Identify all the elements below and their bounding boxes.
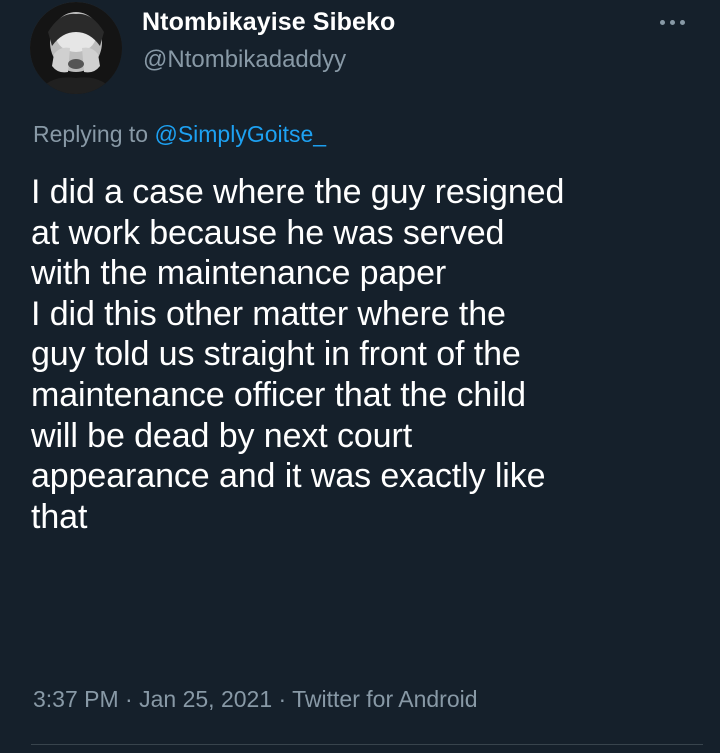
more-horizontal-icon-dot: [679, 19, 685, 25]
more-options-button[interactable]: [652, 10, 692, 34]
more-horizontal-icon-dot: [669, 19, 675, 25]
tweet: Ntombikayise Sibeko @Ntombikadaddyy Repl…: [0, 0, 720, 753]
divider: [31, 744, 703, 745]
author-avatar[interactable]: [30, 2, 122, 94]
tweet-source[interactable]: Twitter for Android: [292, 686, 477, 712]
avatar-photo-icon: [30, 2, 122, 94]
tweet-text: I did a case where the guy resigned at w…: [31, 173, 565, 536]
reply-mention-link[interactable]: @SimplyGoitse_: [154, 121, 326, 147]
tweet-metadata: 3:37 PM · Jan 25, 2021 · Twitter for And…: [33, 686, 478, 713]
replying-to-line: Replying to @SimplyGoitse_: [33, 121, 326, 148]
tweet-time[interactable]: 3:37 PM: [33, 686, 119, 712]
author-handle[interactable]: @Ntombikadaddyy: [143, 46, 346, 74]
more-horizontal-icon-dot: [659, 19, 665, 25]
replying-to-label: Replying to: [33, 121, 155, 147]
meta-separator: ·: [272, 686, 293, 712]
meta-separator: ·: [118, 686, 140, 712]
tweet-date[interactable]: Jan 25, 2021: [139, 686, 272, 712]
author-display-name[interactable]: Ntombikayise Sibeko: [142, 8, 395, 37]
